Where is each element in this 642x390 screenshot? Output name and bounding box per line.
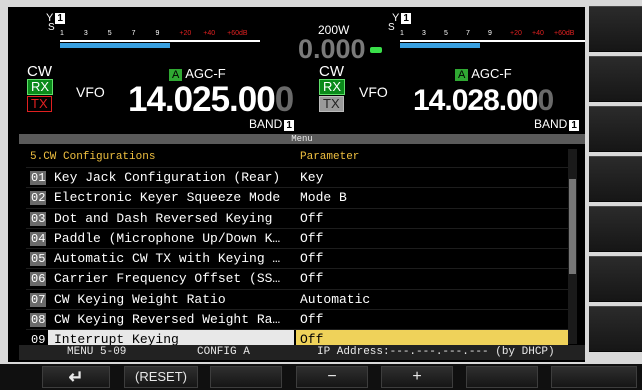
s-meter-tick: +60dB <box>227 30 248 37</box>
s-meter-tick: 3 <box>422 30 426 37</box>
status-ip: IP Address:---.---.---.--- (by DHCP) <box>317 346 555 358</box>
menu-row-number: 07 <box>30 292 47 307</box>
left-agc-label: AGC-F <box>185 66 226 81</box>
side-key-7[interactable] <box>589 306 642 352</box>
menu-row-parameter[interactable]: Off <box>296 269 568 288</box>
s-meter-tick: 5 <box>107 30 112 37</box>
s-meter-tick: 7 <box>466 30 470 37</box>
right-mode: CW <box>319 63 344 80</box>
menu-row-parameter[interactable]: Mode B <box>296 188 568 207</box>
back-button[interactable]: ↵ <box>42 366 110 388</box>
right-vfo-label: VFO <box>359 84 388 100</box>
side-key-1[interactable] <box>589 6 642 52</box>
side-key-6[interactable] <box>589 256 642 302</box>
left-vfo-label: VFO <box>76 84 105 100</box>
s-meter-tick: +20 <box>510 30 522 37</box>
s-meter-tick: S <box>48 22 55 33</box>
right-tx-badge: TX <box>319 96 344 112</box>
reset-button[interactable]: (RESET) <box>124 366 198 388</box>
s-meter-tick: 7 <box>131 30 136 37</box>
menu-row-number: 02 <box>30 191 47 206</box>
menu-row-label: CW Keying Reversed Weight Ra… <box>54 312 281 328</box>
s-meter-tick: 9 <box>488 30 492 37</box>
menu-row[interactable]: Dot and Dash Reversed Keying 03 Off <box>26 207 570 228</box>
menu-row[interactable]: Electronic Keyer Squeeze Mode 02 Mode B <box>26 187 570 207</box>
menu-row-label: Carrier Frequency Offset (SS… <box>54 271 281 287</box>
side-key-2[interactable] <box>589 56 642 102</box>
s-meter-tick: 1 <box>400 30 404 37</box>
menu-row-parameter[interactable]: Automatic <box>296 290 568 309</box>
menu-row[interactable]: Key Jack Configuration (Rear) 01 Key <box>26 167 570 187</box>
menu-row-label: CW Keying Weight Ratio <box>54 291 226 307</box>
s-meter-tick: +40 <box>532 30 544 37</box>
left-tx-badge: TX <box>27 96 52 112</box>
s-meter-tick: S <box>388 22 395 33</box>
side-key-5[interactable] <box>589 206 642 252</box>
menu-row-parameter[interactable]: Key <box>296 168 568 187</box>
menu-row-number: 06 <box>30 272 47 287</box>
right-band: BAND 1 <box>534 117 579 131</box>
right-s-meter: S 1 3 5 7 9 +20 +40 +60dB <box>388 22 585 56</box>
menu-row[interactable]: Carrier Frequency Offset (SS… 06 Off <box>26 268 570 288</box>
menu-row[interactable]: CW Keying Reversed Weight Ra… 08 Off <box>26 309 570 329</box>
status-menu: MENU 5-09 <box>67 346 127 358</box>
menu-row-number: 08 <box>30 313 47 328</box>
menu-row-label: Key Jack Configuration (Rear) <box>54 170 281 185</box>
menu-row[interactable]: Paddle (Microphone Up/Down K… 04 Off <box>26 227 570 248</box>
radio-display: Y1 S 1 3 5 7 9 +20 +40 +60dB CW RX TX VFO A AGC-… <box>8 7 585 362</box>
menu-scrollbar-thumb[interactable] <box>569 179 576 274</box>
side-key-4[interactable] <box>589 156 642 202</box>
menu-row-parameter[interactable]: Off <box>296 249 568 268</box>
status-config: CONFIG A <box>197 346 250 358</box>
soft-key-6[interactable] <box>466 366 538 388</box>
menu-row-number: 01 <box>30 171 47 185</box>
soft-key-3[interactable] <box>210 366 282 388</box>
s-meter-tick: 9 <box>155 30 160 37</box>
s-meter-tick: 3 <box>83 30 88 37</box>
menu-row[interactable]: Automatic CW TX with Keying … 05 Off <box>26 248 570 268</box>
left-rx-badge: RX <box>27 79 54 95</box>
menu-list: Key Jack Configuration (Rear) 01 Key Electr… <box>26 167 570 350</box>
menu-row-parameter[interactable]: Off <box>296 209 568 228</box>
menu-row[interactable]: CW Keying Weight Ratio 07 Automatic <box>26 288 570 309</box>
menu-row-number: 03 <box>30 211 47 226</box>
status-bar: MENU 5-09 CONFIG A IP Address:---.---.--… <box>19 345 585 360</box>
center-value: 0.000 <box>298 34 366 64</box>
column-parameter: Parameter <box>300 151 360 163</box>
menu-row-label: Automatic CW TX with Keying … <box>54 251 281 267</box>
minus-button[interactable]: − <box>296 366 368 388</box>
left-frequency[interactable]: 14.025.000 <box>128 82 294 117</box>
menu-row-label: Dot and Dash Reversed Keying <box>54 210 273 226</box>
menu-row-parameter[interactable]: Off <box>296 229 568 248</box>
menu-row-number: 04 <box>30 231 47 246</box>
left-band: BAND 1 <box>249 117 294 131</box>
soft-key-7[interactable] <box>551 366 637 388</box>
left-s-meter: S 1 3 5 7 9 +20 +40 +60dB <box>48 22 260 56</box>
menu-row-label: Paddle (Microphone Up/Down K… <box>54 230 281 246</box>
s-meter-tick: 1 <box>60 30 64 37</box>
right-agc: A AGC-F <box>455 66 512 81</box>
right-antenna-a: A <box>455 69 469 81</box>
s-meter-tick: +40 <box>203 30 216 37</box>
left-agc: A AGC-F <box>169 66 226 81</box>
s-meter-tick: 5 <box>444 30 448 37</box>
right-rx-badge: RX <box>319 79 346 95</box>
menu-title: Menu <box>19 134 585 144</box>
right-agc-label: AGC-F <box>471 66 512 81</box>
s-meter-tick: +60dB <box>554 30 575 37</box>
menu-row-number: 05 <box>30 252 47 267</box>
menu-row-parameter[interactable]: Off <box>296 310 568 329</box>
column-group: 5.CW Configurations <box>30 151 156 163</box>
s-meter-tick: +20 <box>179 30 192 37</box>
back-arrow-icon: ↵ <box>68 367 84 387</box>
side-key-3[interactable] <box>589 106 642 152</box>
plus-button[interactable]: + <box>381 366 453 388</box>
menu-scrollbar[interactable] <box>568 149 577 344</box>
menu-column-headers: 5.CW Configurations Parameter <box>26 149 570 166</box>
right-frequency[interactable]: 14.028.000 <box>413 86 554 116</box>
link-indicator <box>370 47 382 53</box>
left-mode: CW <box>27 63 52 80</box>
menu-row-label: Electronic Keyer Squeeze Mode <box>54 190 281 206</box>
